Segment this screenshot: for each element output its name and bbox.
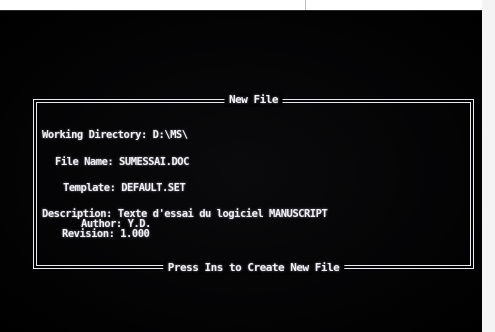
dialog-title: New File bbox=[224, 93, 283, 107]
template-row: Template: DEFAULT.SET bbox=[63, 182, 186, 194]
file-name-row: File Name: SUMESSAI.DOC bbox=[55, 156, 189, 168]
new-file-dialog: New File Working Directory: D:\MS\ File … bbox=[33, 93, 474, 275]
working-directory-row: Working Directory: D:\MS\ bbox=[42, 129, 188, 141]
screen-bezel-edge bbox=[482, 0, 495, 332]
file-name-field[interactable]: SUMESSAI.DOC bbox=[119, 156, 189, 168]
revision-label: Revision: bbox=[62, 228, 115, 240]
revision-row: Revision: 1.000 bbox=[62, 228, 150, 240]
revision-field[interactable]: 1.000 bbox=[120, 228, 150, 240]
photo-frame: New File Working Directory: D:\MS\ File … bbox=[0, 0, 495, 332]
paper-edge-line bbox=[305, 0, 306, 10]
working-directory-label: Working Directory: bbox=[42, 129, 147, 141]
create-file-hint: Press Ins to Create New File bbox=[162, 261, 345, 275]
template-label: Template: bbox=[63, 182, 116, 194]
template-field[interactable]: DEFAULT.SET bbox=[121, 182, 186, 194]
working-directory-value[interactable]: D:\MS\ bbox=[153, 129, 188, 141]
file-name-label: File Name: bbox=[55, 156, 114, 168]
